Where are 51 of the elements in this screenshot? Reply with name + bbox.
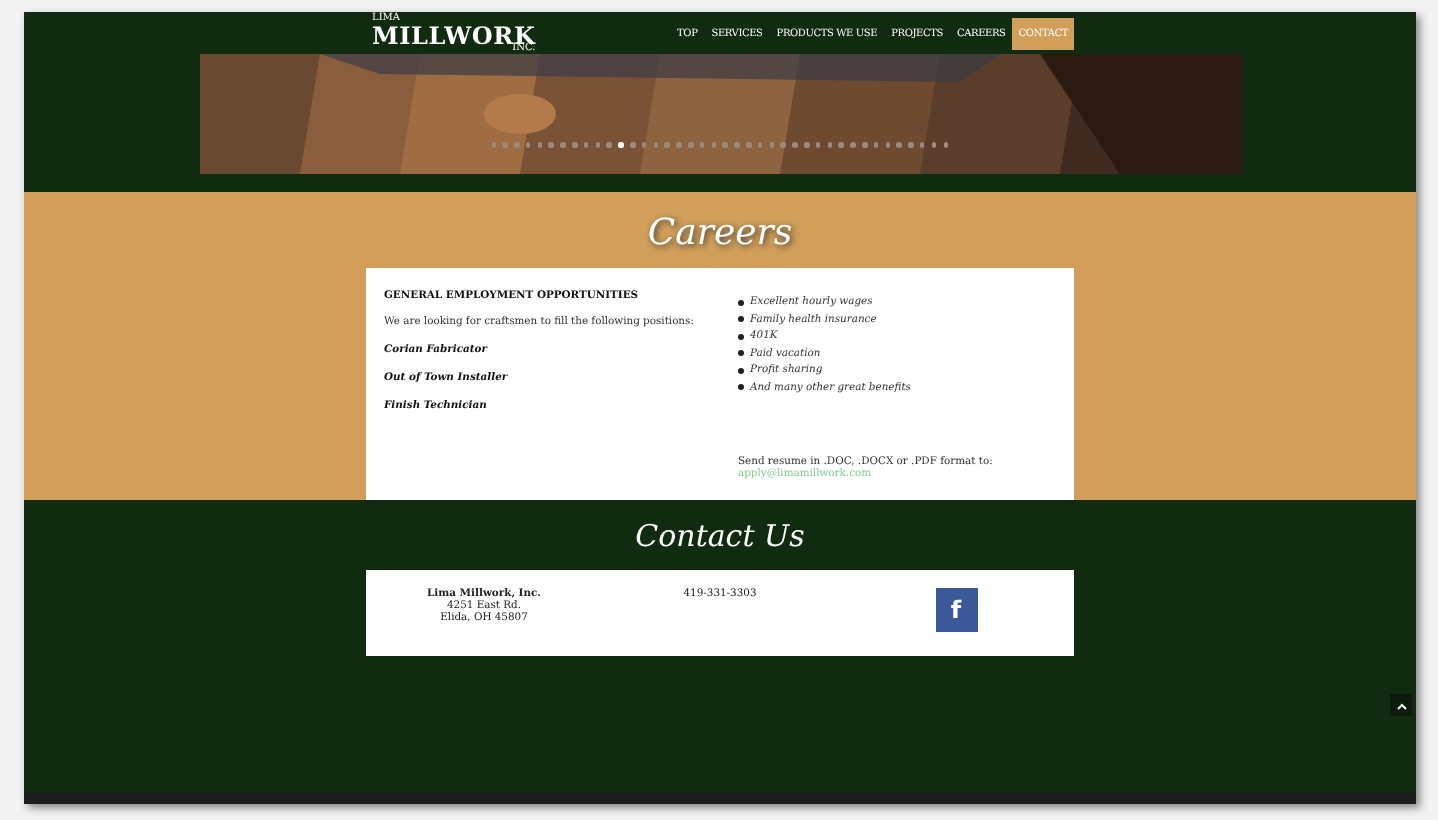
slide-dot[interactable] bbox=[850, 142, 856, 147]
slide-dot[interactable] bbox=[908, 142, 914, 147]
slide-dot[interactable] bbox=[862, 142, 867, 147]
slide-dot[interactable] bbox=[548, 142, 554, 147]
slide-dot[interactable] bbox=[919, 142, 925, 147]
bullet-icon bbox=[738, 299, 744, 305]
slide-dot[interactable] bbox=[560, 142, 566, 147]
bullet-icon bbox=[738, 316, 744, 322]
slide-dot[interactable] bbox=[734, 142, 740, 147]
chevron-up-icon bbox=[1395, 701, 1407, 709]
facebook-button[interactable]: f bbox=[935, 588, 977, 632]
slide-dot[interactable] bbox=[641, 142, 647, 147]
slide-dot[interactable] bbox=[943, 142, 949, 147]
slide-dot[interactable] bbox=[711, 142, 717, 147]
slide-dot[interactable] bbox=[595, 142, 601, 147]
slide-dot[interactable] bbox=[873, 142, 879, 147]
slide-dot[interactable] bbox=[757, 142, 763, 147]
slide-dot[interactable] bbox=[722, 142, 728, 147]
bullet-icon bbox=[738, 333, 744, 339]
slide-dot[interactable] bbox=[896, 142, 902, 147]
slide-dot[interactable] bbox=[572, 142, 578, 147]
slide-dot[interactable] bbox=[606, 142, 612, 147]
slide-dot[interactable] bbox=[583, 142, 589, 147]
slide-dot[interactable] bbox=[804, 142, 810, 147]
slide-dot[interactable] bbox=[502, 142, 508, 147]
slide-dot[interactable] bbox=[815, 142, 821, 147]
slide-dot[interactable] bbox=[537, 142, 543, 147]
slide-dot[interactable] bbox=[676, 142, 682, 147]
bullet-icon bbox=[738, 367, 744, 373]
scroll-top-button[interactable] bbox=[1390, 694, 1412, 716]
slide-dot[interactable] bbox=[885, 142, 891, 147]
slide-dot[interactable] bbox=[827, 142, 833, 147]
slide-dot[interactable] bbox=[618, 142, 624, 147]
slide-dot[interactable] bbox=[746, 142, 752, 147]
slide-dot[interactable] bbox=[792, 142, 798, 147]
slide-dot[interactable] bbox=[769, 142, 775, 147]
section-title: Careers bbox=[647, 212, 793, 254]
bullet-icon bbox=[738, 350, 744, 356]
slide-dot[interactable] bbox=[525, 142, 531, 147]
slide-dot[interactable] bbox=[838, 142, 844, 147]
slide-dot[interactable] bbox=[688, 142, 694, 147]
slide-dot[interactable] bbox=[653, 142, 659, 147]
slide-dot[interactable] bbox=[491, 142, 496, 147]
slide-dot[interactable] bbox=[630, 142, 636, 147]
slide-dot[interactable] bbox=[780, 142, 786, 147]
slide-dot[interactable] bbox=[931, 142, 937, 147]
slide-dot[interactable] bbox=[514, 142, 520, 147]
section-title: Contact Us bbox=[635, 518, 805, 554]
slide-dot[interactable] bbox=[699, 142, 705, 147]
bullet-icon bbox=[738, 384, 744, 390]
slide-dot[interactable] bbox=[664, 142, 670, 147]
